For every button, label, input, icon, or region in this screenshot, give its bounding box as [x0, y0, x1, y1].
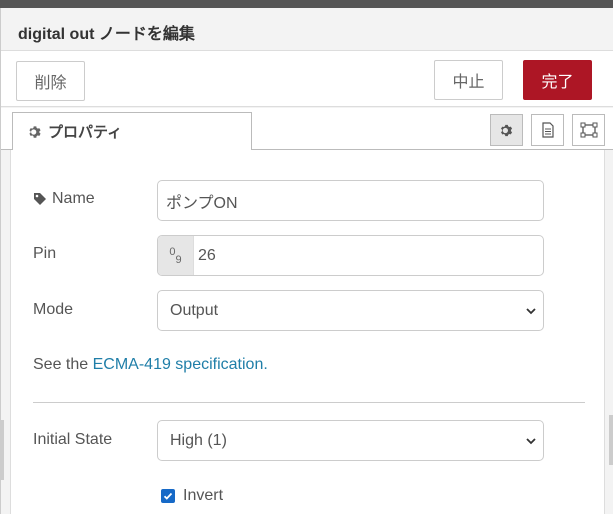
initial-state-select[interactable]: High (1) — [157, 420, 544, 461]
gear-icon — [29, 125, 41, 138]
cancel-button[interactable]: 中止 — [434, 60, 503, 100]
delete-button[interactable]: 削除 — [16, 61, 85, 101]
tab-appearance[interactable] — [572, 114, 605, 146]
pin-label: Pin — [33, 245, 57, 262]
chevron-down-icon — [526, 438, 536, 445]
invert-checkbox[interactable] — [161, 489, 175, 503]
name-label: Name — [33, 190, 95, 208]
number-type-badge[interactable]: 09 — [158, 236, 194, 275]
invert-option[interactable]: Invert — [161, 487, 223, 505]
initial-state-label: Initial State — [33, 431, 113, 448]
tabs-bar: プロパティ — [1, 108, 613, 151]
tray-toolbar: 削除 中止 完了 — [1, 51, 613, 107]
top-edge — [0, 0, 613, 8]
properties-panel: Name ポンプON Pin 09 26 Mode Output See the… — [10, 150, 605, 514]
scroll-edge-left — [0, 420, 4, 480]
tag-icon — [34, 193, 46, 205]
spec-link[interactable]: ECMA-419 specification — [93, 356, 264, 373]
invert-label: Invert — [183, 487, 224, 504]
mode-label: Mode — [33, 301, 74, 318]
scroll-edge-right — [609, 415, 613, 465]
done-button[interactable]: 完了 — [523, 60, 592, 100]
edit-tray: digital out ノードを編集 削除 中止 完了 プロパティ Name ポ… — [0, 8, 613, 514]
initial-state-selected: High (1) — [170, 431, 227, 449]
document-icon — [541, 122, 554, 138]
frame-icon — [580, 122, 597, 138]
checkmark-icon — [163, 492, 173, 500]
tab-properties[interactable]: プロパティ — [12, 112, 252, 151]
divider — [33, 402, 585, 403]
spec-info: See the ECMA-419 specification. — [33, 356, 268, 373]
pin-value: 26 — [198, 246, 216, 264]
tray-header: digital out ノードを編集 — [1, 8, 613, 51]
pin-input[interactable]: 09 26 — [157, 235, 544, 276]
chevron-down-icon — [526, 308, 536, 315]
tray-title: digital out ノードを編集 — [18, 26, 195, 43]
gear-icon — [500, 124, 513, 136]
mode-selected: Output — [170, 301, 219, 319]
mode-select[interactable]: Output — [157, 290, 544, 331]
tab-settings[interactable] — [490, 114, 523, 146]
spec-link-suffix: . — [263, 356, 268, 373]
tab-properties-label: プロパティ — [48, 124, 123, 141]
tab-description[interactable] — [531, 114, 564, 146]
name-input[interactable]: ポンプON — [157, 180, 544, 221]
